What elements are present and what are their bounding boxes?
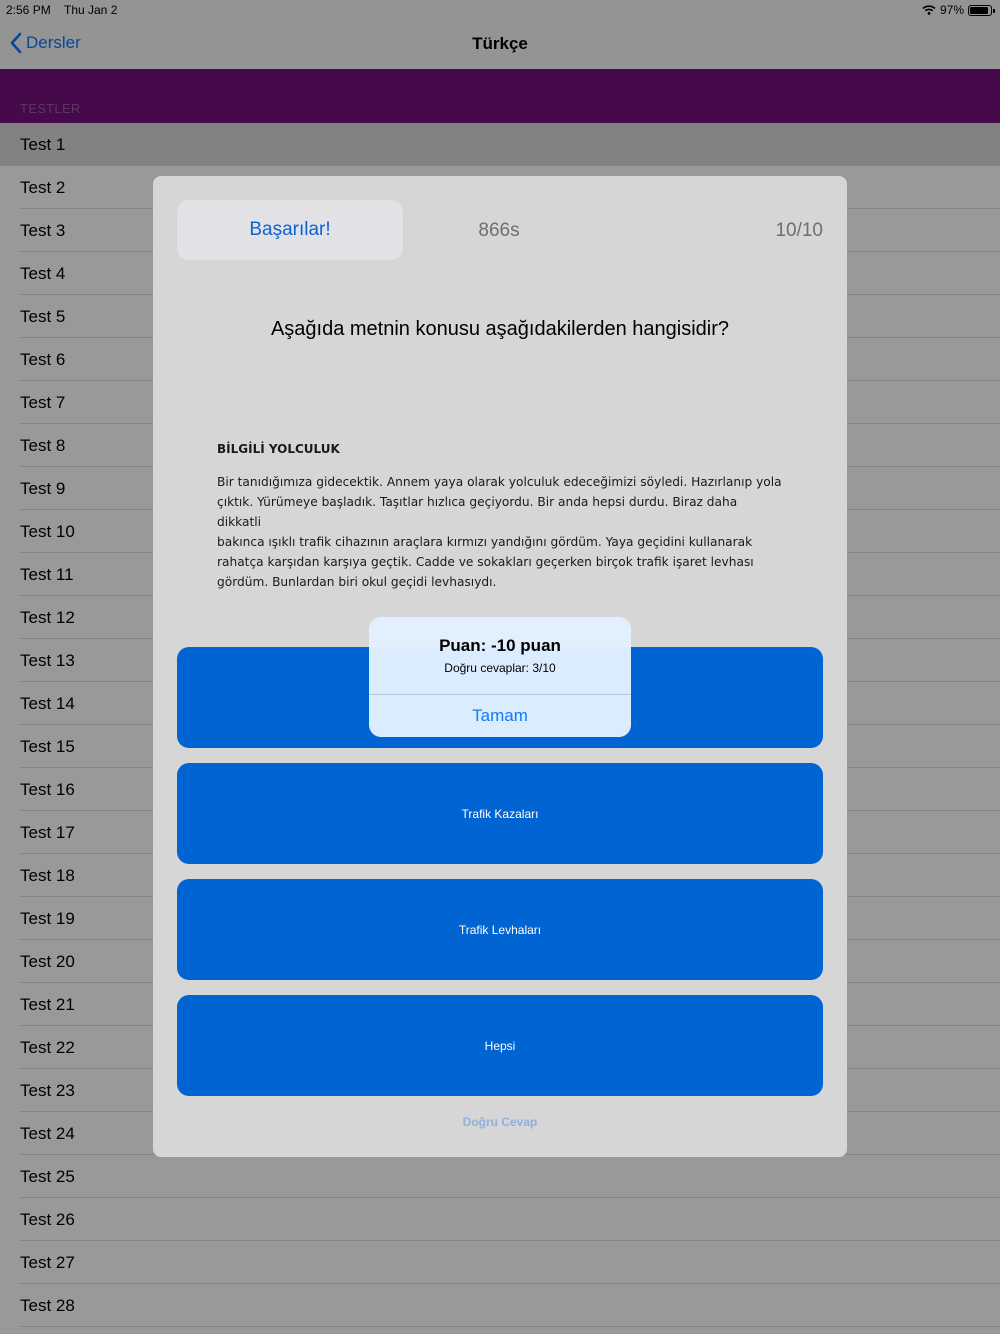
- alert-title: Puan: -10 puan: [439, 636, 561, 655]
- passage-line: çıktık. Yürümeye başladık. Taşıtlar hızl…: [217, 495, 738, 529]
- passage-line: Bir tanıdığımıza gidecektik. Annem yaya …: [217, 475, 782, 489]
- passage-line: rahatça karşıdan karşıya geçtik. Cadde v…: [217, 555, 754, 569]
- timer-label: 866s: [478, 220, 520, 241]
- question-text: Aşağıda metnin konusu aşağıdakilerden ha…: [270, 318, 730, 340]
- answer-button-3[interactable]: Trafik Levhaları: [177, 879, 823, 980]
- congrats-button[interactable]: Başarılar!: [177, 200, 403, 260]
- passage-line: bakınca ışıklı trafik cihazının araçlara…: [217, 535, 753, 549]
- answer-button-2[interactable]: Trafik Kazaları: [177, 763, 823, 864]
- progress-label: 10/10: [775, 220, 823, 241]
- correct-answer-button[interactable]: Doğru Cevap: [153, 1115, 847, 1129]
- passage-body: Bir tanıdığımıza gidecektik. Annem yaya …: [217, 472, 783, 592]
- passage-title: BİLGİLİ YOLCULUK: [217, 442, 340, 456]
- reading-passage: BİLGİLİ YOLCULUK Bir tanıdığımıza gidece…: [217, 442, 783, 592]
- score-alert: Puan: -10 puan Doğru cevaplar: 3/10 Tama…: [369, 617, 631, 737]
- answer-button-4[interactable]: Hepsi: [177, 995, 823, 1096]
- alert-message: Doğru cevaplar: 3/10: [444, 661, 556, 675]
- passage-line: gördüm. Bunlardan biri okul geçidi levha…: [217, 575, 497, 589]
- ok-button[interactable]: Tamam: [369, 695, 631, 737]
- screen: Dersler Türkçe 2:56 PM Thu Jan 2 97% TES…: [0, 0, 1000, 1334]
